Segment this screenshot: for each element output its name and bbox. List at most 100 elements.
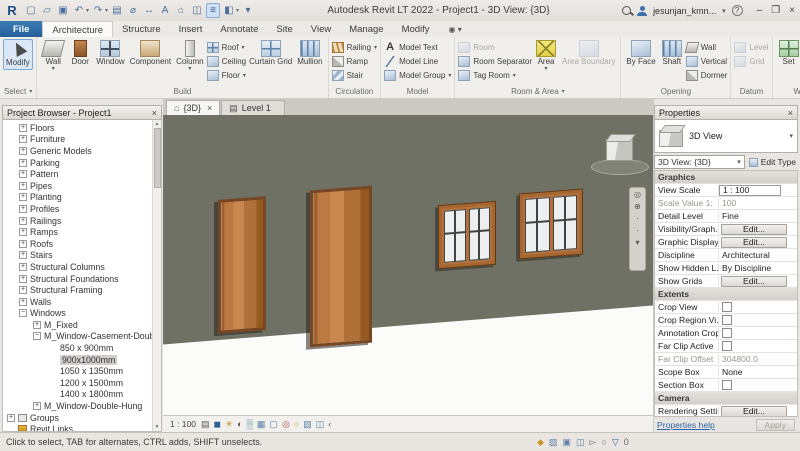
apply-button[interactable]: Apply: [756, 419, 796, 431]
view-cube-box[interactable]: [606, 139, 633, 161]
tree-item[interactable]: + Parking: [5, 157, 151, 169]
tree-item[interactable]: + Structural Framing: [5, 284, 151, 296]
panel-label-select[interactable]: Select▾: [0, 85, 36, 98]
ribbon-tab[interactable]: Modify: [393, 21, 439, 37]
tree-item[interactable]: + Stairs: [5, 250, 151, 262]
analytic-model-icon[interactable]: ◫: [316, 419, 325, 429]
tree-item[interactable]: + M_Fixed: [5, 319, 151, 331]
design-options-icon[interactable]: ▨: [549, 436, 558, 448]
property-row[interactable]: Crop View: [655, 301, 797, 314]
roof-button[interactable]: Roof ▾: [207, 41, 246, 54]
railing-button[interactable]: Railing ▾: [332, 41, 377, 54]
properties-help-link[interactable]: Properties help: [657, 420, 715, 430]
tree-expand-icon[interactable]: +: [19, 275, 27, 283]
tree-expand-icon[interactable]: +: [19, 217, 27, 225]
help-icon[interactable]: ?: [732, 5, 743, 16]
temporary-view-icon[interactable]: ▧: [303, 419, 312, 429]
ribbon-tab[interactable]: View: [302, 21, 340, 37]
tree-item[interactable]: + Furniture: [5, 134, 151, 146]
column-button[interactable]: Column ▾: [174, 39, 206, 73]
sun-path-icon[interactable]: ☀: [225, 419, 233, 429]
model-text-button[interactable]: A Model Text: [384, 41, 451, 54]
exclude-options-icon[interactable]: ◫: [576, 436, 585, 448]
tree-item[interactable]: 1200 x 1500mm: [5, 377, 151, 389]
tree-expand-icon[interactable]: +: [19, 298, 27, 306]
property-row[interactable]: Graphics: [655, 171, 797, 184]
tree-expand-icon[interactable]: [49, 344, 57, 352]
vertical-opening-button[interactable]: Vertical: [686, 55, 728, 68]
properties-header[interactable]: Properties ×: [654, 105, 798, 120]
open-icon[interactable]: ▱: [40, 3, 54, 18]
revit-logo[interactable]: R: [5, 3, 19, 18]
door-button[interactable]: Door: [67, 39, 93, 68]
steering-wheel-icon[interactable]: ◎: [634, 191, 641, 199]
undo-icon[interactable]: ↶: [72, 3, 86, 18]
view-selector-combo[interactable]: 3D View: {3D} ▾: [654, 155, 745, 169]
door-large[interactable]: [310, 186, 372, 348]
property-row[interactable]: Discipline Architectural: [655, 249, 797, 262]
view-cube[interactable]: [591, 133, 651, 179]
signed-in-user[interactable]: jesunjan_kmn...: [653, 6, 716, 16]
minimize-button[interactable]: –: [757, 5, 763, 16]
tree-expand-icon[interactable]: +: [19, 147, 27, 155]
model-group-button[interactable]: Model Group ▾: [384, 69, 451, 82]
measure-icon[interactable]: ⌀: [126, 3, 140, 18]
tree-item[interactable]: + Structural Foundations: [5, 273, 151, 285]
property-row[interactable]: Show Grids Edit...: [655, 275, 797, 288]
temporary-hide-icon[interactable]: ◎: [282, 419, 290, 429]
tree-expand-icon[interactable]: +: [19, 263, 27, 271]
property-row[interactable]: Detail Level Fine: [655, 210, 797, 223]
detail-level-icon[interactable]: ▤: [201, 419, 210, 429]
dormer-button[interactable]: Dormer: [686, 69, 728, 82]
casement-window-1[interactable]: [438, 201, 496, 269]
drawing-area[interactable]: ◎ ⊕ · · ▾: [163, 115, 653, 415]
tree-item[interactable]: + Structural Columns: [5, 261, 151, 273]
type-selector[interactable]: 3D View ▾: [654, 120, 798, 153]
tree-item[interactable]: + Generic Models: [5, 145, 151, 157]
chevron-down-icon[interactable]: ▾: [236, 7, 239, 14]
ribbon-tab[interactable]: Site: [267, 21, 301, 37]
search-icon[interactable]: [622, 6, 631, 15]
tree-expand-icon[interactable]: [49, 390, 57, 398]
redo-icon[interactable]: ↷: [91, 3, 105, 18]
tree-item[interactable]: + Roofs: [5, 238, 151, 250]
shaft-button[interactable]: Shaft: [659, 39, 685, 68]
property-row[interactable]: Scope Box None: [655, 366, 797, 379]
scrollbar-thumb[interactable]: [154, 128, 161, 188]
tree-expand-icon[interactable]: +: [19, 159, 27, 167]
restore-button[interactable]: ❐: [771, 5, 780, 16]
view-scale-button[interactable]: 1 : 100: [170, 419, 196, 429]
tree-item[interactable]: + Planting: [5, 192, 151, 204]
mullion-button[interactable]: Mullion: [295, 39, 324, 68]
view-cube-compass[interactable]: [591, 159, 649, 175]
tree-expand-icon[interactable]: [49, 367, 57, 375]
tree-expand-icon[interactable]: [49, 379, 57, 387]
property-row[interactable]: Rendering Setti... Edit...: [655, 405, 797, 417]
show-crop-icon[interactable]: ▢: [269, 419, 278, 429]
view-tab[interactable]: ▤ Level 1: [221, 100, 285, 115]
tree-item[interactable]: 850 x 900mm: [5, 342, 151, 354]
user-avatar-icon[interactable]: [637, 6, 647, 16]
tree-expand-icon[interactable]: [7, 425, 15, 432]
tree-expand-icon[interactable]: +: [19, 251, 27, 259]
tree-item[interactable]: + Walls: [5, 296, 151, 308]
component-button[interactable]: Component: [128, 39, 173, 68]
selection-count[interactable]: 0: [624, 436, 629, 448]
property-row[interactable]: Far Clip Offset 304800.0: [655, 353, 797, 366]
close-icon[interactable]: ×: [207, 103, 212, 113]
aligned-dimension-icon[interactable]: ↔: [142, 3, 156, 18]
shadows-icon[interactable]: ◐: [237, 419, 242, 429]
property-row[interactable]: View Scale 1 : 100: [655, 184, 797, 197]
new-icon[interactable]: ▢: [24, 3, 38, 18]
tree-expand-icon[interactable]: +: [19, 205, 27, 213]
window-button[interactable]: Window: [94, 39, 126, 68]
tree-item[interactable]: + M_Window-Double-Hung: [5, 400, 151, 412]
tree-item[interactable]: 900x1000mm: [5, 354, 151, 366]
scroll-up-icon[interactable]: ▲: [155, 121, 160, 127]
editable-only-icon[interactable]: ○: [601, 436, 606, 448]
area-button[interactable]: Area ▾: [533, 39, 559, 73]
tree-expand-icon[interactable]: [49, 356, 57, 364]
tree-expand-icon[interactable]: +: [19, 193, 27, 201]
zoom-icon[interactable]: ⊕: [634, 203, 641, 211]
ribbon-tab[interactable]: Structure: [113, 21, 170, 37]
